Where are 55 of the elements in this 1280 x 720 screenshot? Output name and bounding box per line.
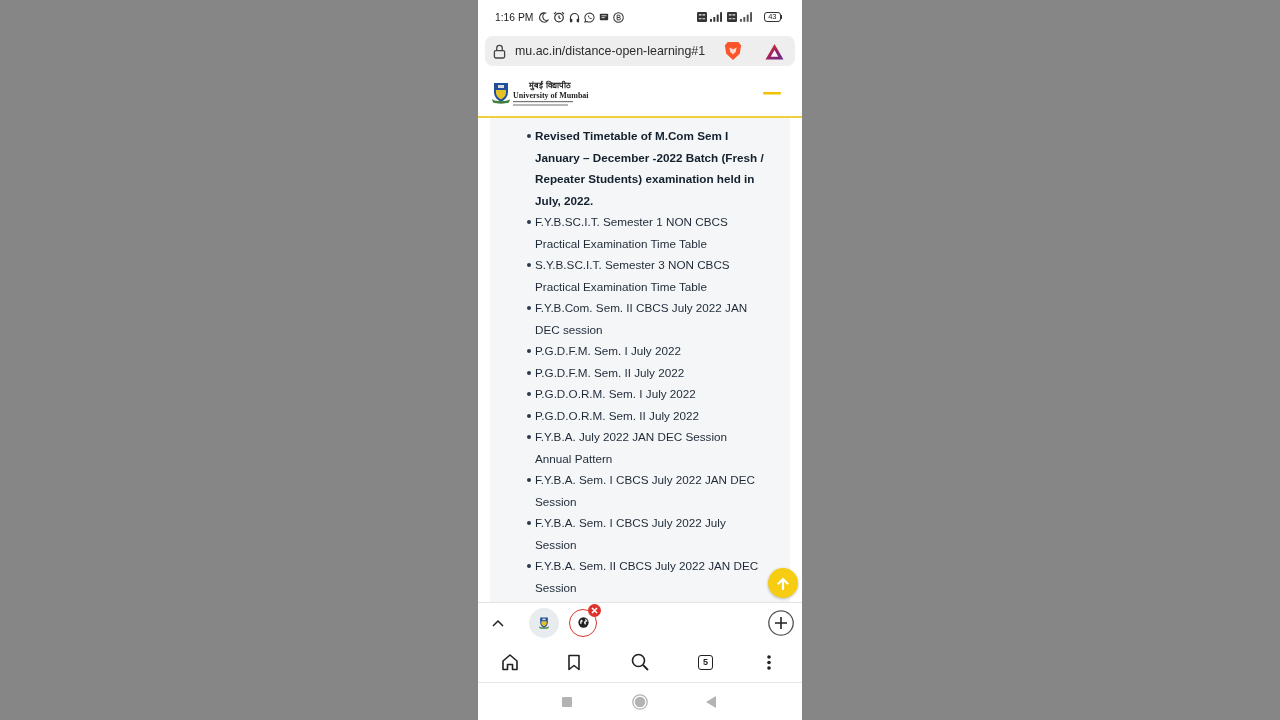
shield-icon[interactable] — [724, 41, 742, 61]
signal-bars-icon — [710, 12, 723, 22]
timetable-link[interactable]: Revised Timetable of M.Com Sem I January – December -2022 Batch (Fresh / Repeater Students) examination held in July, 2022. — [535, 125, 766, 211]
chevron-up-icon[interactable] — [492, 618, 504, 627]
timetable-link[interactable]: F.Y.B.Com. Sem. II CBCS July 2022 JAN DEC session — [535, 297, 766, 340]
timetable-link[interactable]: S.Y.B.SC.I.T. Semester 3 NON CBCS Practical Examination Time Table — [535, 254, 766, 297]
bullet-icon — [527, 306, 531, 310]
timetable-link[interactable]: F.Y.B.A. Sem. II CBCS July 2022 JAN DEC Session — [535, 555, 766, 598]
triangle-icon[interactable] — [765, 42, 784, 60]
bullet-icon — [527, 263, 531, 267]
moon-icon — [538, 11, 550, 23]
timetable-link[interactable]: F.Y.B.SC.I.T. Semester 1 NON CBCS Practical Examination Time Table — [535, 211, 766, 254]
bookmark-icon[interactable] — [566, 653, 581, 671]
network-badge-icon — [697, 12, 708, 22]
bullet-icon — [527, 392, 531, 396]
logo-fine-print-drawing — [513, 100, 573, 106]
logo-title: University of Mumbai — [513, 90, 589, 101]
bullet-icon — [527, 521, 531, 525]
timetable-link[interactable]: P.G.D.F.M. Sem. I July 2022 — [535, 340, 766, 362]
logo-native-title: मुंबई विद्यापीठ — [529, 80, 571, 91]
close-icon[interactable] — [588, 603, 601, 617]
bullet-icon — [527, 134, 531, 138]
status-time: 1:16 PM — [495, 11, 534, 23]
arrow-up-icon — [777, 576, 789, 590]
bullet-icon — [527, 478, 531, 482]
headphones-icon — [569, 11, 581, 23]
timetable-link[interactable]: F.Y.B.A. July 2022 JAN DEC Session Annual Pattern — [535, 426, 766, 469]
chat-bubble-icon — [584, 11, 596, 23]
more-options-icon[interactable] — [767, 654, 771, 670]
lock-icon — [493, 43, 506, 59]
search-icon[interactable] — [630, 653, 649, 671]
bullet-icon — [527, 220, 531, 224]
tab-count-button[interactable]: 5 — [698, 654, 713, 670]
signal-bars-icon — [740, 12, 753, 22]
timetable-link[interactable]: F.Y.B.A. Sem. I CBCS July 2022 JAN DEC Session — [535, 469, 766, 512]
bullet-icon — [527, 370, 531, 375]
circled-letter-icon — [613, 11, 625, 23]
bullet-icon — [527, 564, 531, 568]
timetable-link[interactable]: P.G.D.O.R.M. Sem. II July 2022 — [535, 404, 766, 426]
globe-icon — [577, 617, 589, 628]
network-badge-icon — [727, 12, 738, 22]
crest-icon — [539, 616, 549, 629]
address-bar[interactable]: mu.ac.in/distance-open-learning#1 — [485, 36, 795, 66]
bullet-icon — [527, 413, 531, 418]
plus-icon[interactable] — [768, 609, 794, 636]
alarm-clock-icon — [553, 11, 566, 23]
home-icon[interactable] — [500, 653, 519, 671]
bullet-icon — [527, 349, 531, 353]
timetable-link[interactable]: P.G.D.F.M. Sem. II July 2022 — [535, 361, 766, 383]
bullet-icon — [527, 435, 531, 439]
timetable-link[interactable]: F.Y.B.A. Sem. I CBCS July 2022 July Session — [535, 512, 766, 555]
message-icon — [599, 12, 610, 22]
timetable-link[interactable]: P.G.D.O.R.M. Sem. I July 2022 — [535, 383, 766, 405]
crest-icon — [492, 82, 510, 104]
url-text: mu.ac.in/distance-open-learning#1 — [515, 44, 706, 58]
